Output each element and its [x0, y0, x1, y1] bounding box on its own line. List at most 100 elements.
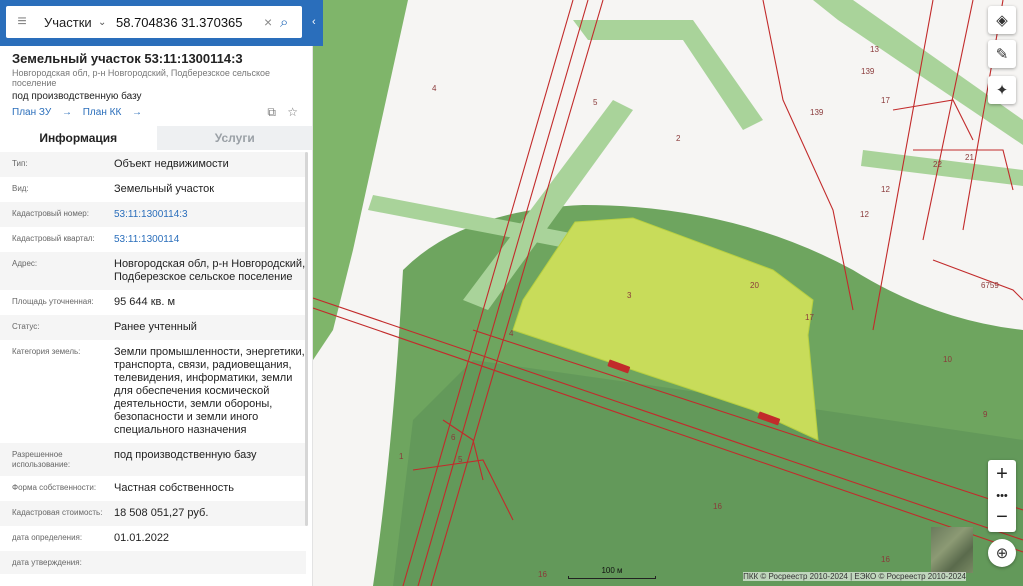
- parcel-purpose: под производственную базу: [12, 91, 142, 102]
- table-row: Кадастровая стоимость: 18 508 051,27 руб…: [0, 501, 306, 526]
- row-key: Форма собственности:: [12, 483, 97, 492]
- map-label: 13: [870, 45, 879, 54]
- table-row: Адрес: Новгородская обл, р-н Новгородски…: [0, 252, 306, 290]
- zoom-more-button[interactable]: •••: [988, 489, 1016, 503]
- table-row: Кадастровый номер: 53:11:1300114:3: [0, 202, 306, 227]
- cadastral-quarter-link[interactable]: 53:11:1300114: [114, 233, 306, 246]
- map-label: 16: [881, 555, 890, 564]
- table-row: Разрешенное использование: под производс…: [0, 443, 306, 476]
- copy-icon[interactable]: ⧉: [267, 105, 276, 119]
- map-label: 17: [805, 313, 814, 322]
- star-icon[interactable]: ☆: [287, 105, 298, 119]
- row-value: 01.01.2022: [114, 532, 170, 544]
- row-key: Кадастровая стоимость:: [12, 508, 103, 517]
- row-key: Кадастровый квартал:: [12, 234, 95, 243]
- table-row: Статус: Ранее учтенный: [0, 315, 306, 340]
- row-value: под производственную базу: [114, 449, 257, 461]
- plan-links: План ЗУ → План КК →: [12, 107, 150, 118]
- plan-kk-link[interactable]: План КК →: [83, 107, 142, 118]
- search-mode-select[interactable]: Участки: [38, 15, 98, 30]
- zoom-out-button[interactable]: −: [988, 503, 1016, 532]
- row-key: Площадь уточненная:: [12, 297, 94, 306]
- panel-actions: ⧉ ☆: [259, 105, 298, 120]
- app-root: 4 5 2 13 139 17 139 22 21 12 6759 3 20 4…: [0, 0, 1023, 586]
- row-key: Вид:: [12, 184, 29, 193]
- map-label: 17: [881, 96, 890, 105]
- map-label: 6: [451, 433, 456, 442]
- row-value: Земли промышленности, энергетики, трансп…: [114, 346, 305, 436]
- row-value: 18 508 051,27 руб.: [114, 507, 209, 519]
- map-label: 1: [399, 452, 404, 461]
- tab-info[interactable]: Информация: [0, 126, 157, 150]
- ruler-button[interactable]: ✎: [988, 40, 1016, 68]
- table-row: Площадь уточненная: 95 644 кв. м: [0, 290, 306, 315]
- map-label: 4: [432, 84, 437, 93]
- map-label: 16: [713, 502, 722, 511]
- table-row: Тип: Объект недвижимости: [0, 152, 306, 177]
- map-label: 139: [861, 67, 875, 76]
- satellite-thumbnail[interactable]: [931, 527, 973, 573]
- row-key: Тип:: [12, 159, 28, 168]
- layers-icon: ◈: [996, 12, 1008, 29]
- map-label: 22: [933, 160, 942, 169]
- search-icon[interactable]: ⌕: [280, 14, 302, 31]
- map-label: 4: [509, 329, 514, 338]
- ruler-icon: ✎: [995, 46, 1009, 63]
- clear-icon[interactable]: ×: [264, 14, 280, 30]
- map-label: 139: [810, 108, 824, 117]
- chevron-down-icon[interactable]: ⌄: [98, 17, 112, 28]
- cadastral-number-link[interactable]: 53:11:1300114:3: [114, 208, 306, 221]
- row-key: Категория земель:: [12, 347, 81, 356]
- tab-services[interactable]: Услуги: [156, 126, 312, 150]
- scale-label: 100 м: [601, 566, 623, 575]
- info-table: Тип: Объект недвижимости Вид: Земельный …: [0, 152, 306, 574]
- row-value: Земельный участок: [114, 183, 215, 195]
- map-label: 2: [676, 134, 681, 143]
- map-label: 6759: [981, 281, 999, 290]
- search-bar: ≡ Участки ⌄ 58.704836 31.370365 × ⌕ ‹: [0, 0, 323, 46]
- search-input[interactable]: 58.704836 31.370365: [112, 15, 264, 30]
- table-row: Категория земель: Земли промышленности, …: [0, 340, 306, 443]
- panel-tabs: Информация Услуги: [0, 126, 312, 150]
- row-value: [114, 557, 306, 568]
- map-label: 12: [860, 210, 869, 219]
- table-row: дата определения: 01.01.2022: [0, 526, 306, 551]
- map-label: 5: [458, 455, 463, 464]
- locate-button[interactable]: ✦: [988, 76, 1016, 104]
- compass-icon: ⊕: [995, 545, 1009, 562]
- map-label: 20: [750, 281, 759, 290]
- panel-scrollbar[interactable]: [305, 152, 308, 526]
- map-label: 5: [593, 98, 598, 107]
- collapse-panel-icon[interactable]: ‹: [312, 16, 322, 30]
- zoom-controls: + ••• −: [988, 460, 1016, 532]
- row-value: Объект недвижимости: [114, 158, 229, 170]
- row-key: дата определения:: [12, 533, 83, 542]
- map-view[interactable]: 4 5 2 13 139 17 139 22 21 12 6759 3 20 4…: [313, 0, 1023, 586]
- table-row: дата утверждения:: [0, 551, 306, 574]
- layers-button[interactable]: ◈: [988, 6, 1016, 34]
- compass-button[interactable]: ⊕: [988, 539, 1016, 567]
- table-row: Вид: Земельный участок: [0, 177, 306, 202]
- row-key: Разрешенное использование:: [12, 450, 71, 469]
- map-label: 21: [965, 153, 974, 162]
- table-row: Форма собственности: Частная собственнос…: [0, 476, 306, 501]
- table-row: Кадастровый квартал: 53:11:1300114: [0, 227, 306, 252]
- zoom-in-button[interactable]: +: [988, 460, 1016, 489]
- row-value: Новгородская обл, р-н Новгородский, Подб…: [114, 258, 306, 283]
- row-value: Ранее учтенный: [114, 321, 197, 333]
- parcel-address: Новгородская обл, р-н Новгородский, Подб…: [12, 68, 271, 88]
- map-label: 12: [881, 185, 890, 194]
- map-label: 10: [943, 355, 952, 364]
- row-value: Частная собственность: [114, 482, 235, 494]
- map-label: 16: [538, 570, 547, 579]
- row-key: Статус:: [12, 322, 40, 331]
- row-key: дата утверждения:: [12, 558, 82, 567]
- map-label: 3: [627, 291, 632, 300]
- map-canvas[interactable]: [313, 0, 1023, 586]
- map-label: 9: [983, 410, 988, 419]
- info-panel: Земельный участок 53:11:1300114:3 Новгор…: [0, 0, 313, 586]
- menu-icon[interactable]: ≡: [6, 13, 38, 31]
- plan-zu-link[interactable]: План ЗУ →: [12, 107, 72, 118]
- parcel-title: Земельный участок 53:11:1300114:3: [12, 51, 243, 66]
- map-copyright: ПКК © Росреестр 2010-2024 | ЕЭКО © Росре…: [743, 572, 966, 581]
